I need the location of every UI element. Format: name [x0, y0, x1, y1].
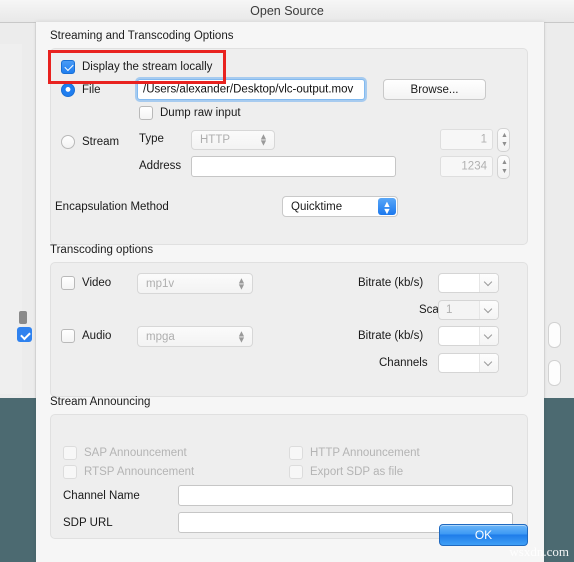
stepper-down-icon[interactable]: ▼ — [501, 141, 508, 148]
encapsulation-dropdown[interactable]: Quicktime ▲ ▼ — [282, 196, 398, 217]
audio-checkbox[interactable] — [61, 329, 75, 343]
audio-bitrate-combo[interactable] — [438, 326, 499, 346]
stepper-down-icon[interactable]: ▼ — [501, 168, 508, 175]
audio-codec-dropdown[interactable]: mpga ▲ ▼ — [137, 326, 253, 347]
address-input[interactable] — [191, 156, 396, 177]
stream-radio-label: Stream — [82, 136, 120, 148]
audio-channels-combo[interactable] — [438, 353, 499, 373]
sdp-url-label: SDP URL — [63, 517, 113, 529]
export-sdp-checkbox[interactable] — [289, 465, 303, 479]
stream-type-dropdown[interactable]: HTTP ▲ ▼ — [191, 130, 275, 150]
stepper-up-icon[interactable]: ▲ — [501, 159, 508, 166]
background-pill-2[interactable] — [548, 360, 561, 386]
chevron-down-icon[interactable] — [479, 327, 498, 345]
export-sdp-label: Export SDP as file — [310, 466, 404, 478]
chevron-down-icon[interactable] — [479, 354, 498, 372]
rtsp-announcement-label: RTSP Announcement — [84, 466, 195, 478]
video-label: Video — [82, 277, 112, 289]
ttl-input[interactable]: 1 — [440, 129, 493, 150]
open-source-dialog: Streaming and Transcoding Options Displa… — [36, 22, 544, 562]
port-stepper[interactable]: ▲ ▼ — [497, 155, 510, 179]
video-scale-combo[interactable]: 1 — [438, 300, 499, 320]
stream-radio[interactable] — [61, 135, 75, 149]
sap-announcement-checkbox[interactable] — [63, 446, 77, 460]
http-announcement-checkbox[interactable] — [289, 446, 303, 460]
window-titlebar: Open Source — [0, 0, 574, 23]
video-bitrate-combo[interactable] — [438, 273, 499, 293]
port-value: 1234 — [461, 159, 487, 172]
http-announcement-label: HTTP Announcement — [310, 447, 420, 459]
rtsp-announcement-checkbox[interactable] — [63, 465, 77, 479]
video-codec-dropdown[interactable]: mp1v ▲ ▼ — [137, 273, 253, 294]
sap-announcement-label: SAP Announcement — [84, 447, 187, 459]
chevron-updown-icon: ▲ ▼ — [259, 131, 268, 148]
announcing-section-label: Stream Announcing — [50, 396, 151, 408]
ttl-value: 1 — [480, 132, 487, 145]
chevron-updown-icon: ▲ ▼ — [237, 328, 246, 344]
port-input[interactable]: 1234 — [440, 156, 493, 177]
encapsulation-value: Quicktime — [291, 200, 343, 213]
chevron-updown-icon[interactable]: ▲ ▼ — [378, 198, 396, 216]
background-checkbox-checked-icon[interactable] — [17, 327, 32, 342]
screen: Open Source Streaming and Transcoding Op… — [0, 0, 574, 562]
video-scale-value: 1 — [446, 304, 453, 316]
audio-bitrate-label: Bitrate (kb/s) — [358, 330, 424, 342]
stream-type-value: HTTP — [200, 134, 231, 146]
background-pill-1[interactable] — [548, 322, 561, 348]
address-label: Address — [139, 160, 182, 172]
dump-raw-input-checkbox[interactable] — [139, 106, 153, 120]
dump-raw-input-label: Dump raw input — [160, 107, 241, 119]
type-label: Type — [139, 133, 164, 145]
video-checkbox[interactable] — [61, 276, 75, 290]
channel-name-label: Channel Name — [63, 490, 140, 502]
browse-button[interactable]: Browse... — [383, 79, 486, 100]
ok-button-label: OK — [474, 528, 493, 542]
file-radio-label: File — [82, 84, 101, 96]
audio-label: Audio — [82, 330, 112, 342]
audio-channels-label: Channels — [379, 357, 428, 369]
watermark-text: wsxdn.com — [509, 544, 569, 559]
file-path-value: /Users/alexander/Desktop/vlc-output.mov — [143, 82, 354, 95]
file-radio[interactable] — [61, 83, 75, 97]
annotation-highlight-box — [48, 50, 226, 84]
chevron-down-icon[interactable] — [479, 301, 498, 319]
window-title: Open Source — [250, 4, 324, 18]
chevron-down-icon[interactable] — [479, 274, 498, 292]
video-codec-value: mp1v — [146, 277, 175, 290]
ttl-stepper[interactable]: ▲ ▼ — [497, 128, 510, 152]
audio-codec-value: mpga — [146, 330, 175, 343]
encapsulation-label: Encapsulation Method — [55, 201, 169, 213]
channel-name-input[interactable] — [178, 485, 513, 506]
transcoding-section-label: Transcoding options — [50, 244, 154, 256]
stepper-up-icon[interactable]: ▲ — [501, 132, 508, 139]
chevron-updown-icon: ▲ ▼ — [237, 275, 246, 291]
streaming-section-label: Streaming and Transcoding Options — [50, 30, 234, 42]
ok-button[interactable]: OK — [439, 524, 528, 546]
background-handle-icon — [19, 311, 27, 324]
video-bitrate-label: Bitrate (kb/s) — [358, 277, 424, 289]
browse-button-label: Browse... — [410, 83, 459, 96]
